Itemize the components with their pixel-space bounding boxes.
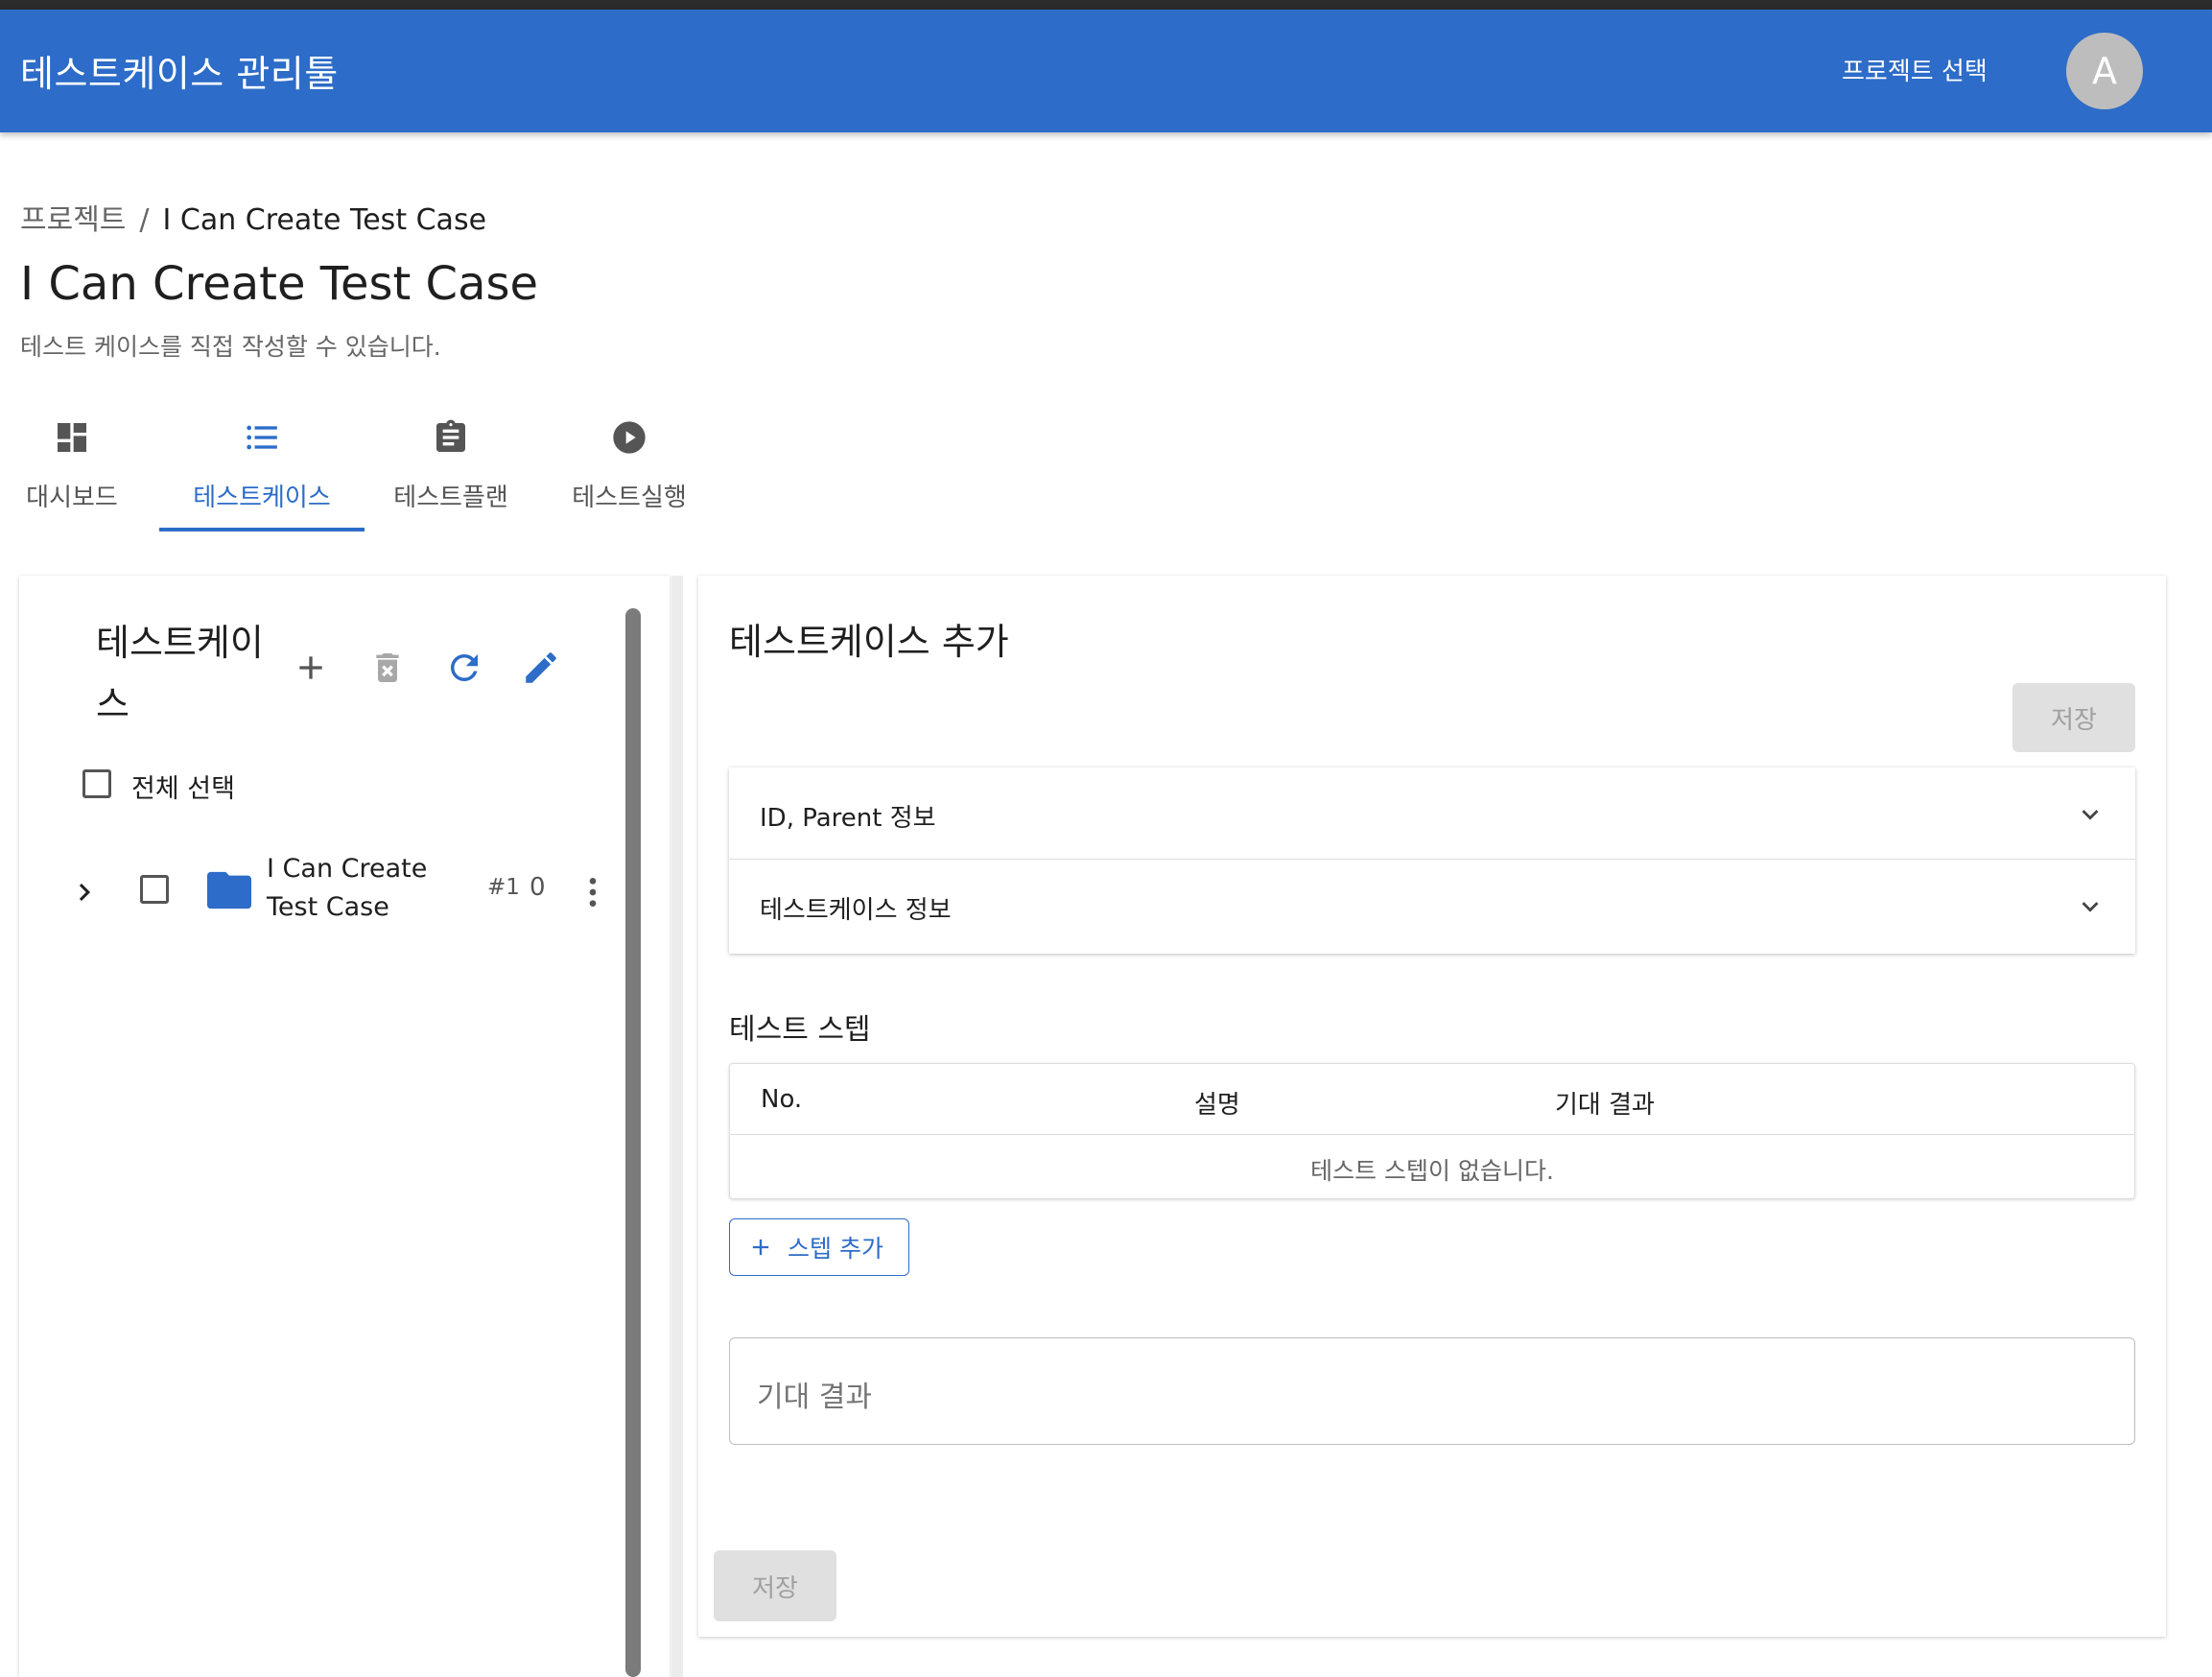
column-header-no: No. (761, 1085, 803, 1114)
add-panel-title: 테스트케이스 추가 (729, 621, 1009, 663)
column-header-expected: 기대 결과 (1555, 1091, 1655, 1120)
tree-item-checkbox[interactable] (140, 875, 169, 904)
refresh-button[interactable] (441, 645, 487, 691)
testcase-tree-panel: 테스트케이스 전체 선택 I Can Create Test Case #1 0 (19, 576, 670, 1677)
tree-scrollbar[interactable] (625, 608, 641, 1677)
tab-label: 테스트플랜 (393, 484, 508, 512)
tab-testcases[interactable]: 테스트케이스 (159, 411, 365, 531)
tab-dashboard[interactable]: 대시보드 (19, 411, 125, 531)
plus-icon (299, 656, 322, 679)
more-vert-icon[interactable] (574, 873, 612, 911)
tab-label: 대시보드 (26, 484, 118, 512)
page-description: 테스트 케이스를 직접 작성할 수 있습니다. (20, 333, 441, 361)
chevron-right-icon[interactable] (67, 875, 102, 909)
accordion-id-parent[interactable]: ID, Parent 정보 (729, 768, 2135, 860)
folder-icon (207, 871, 251, 909)
page-title: I Can Create Test Case (20, 257, 539, 311)
delete-button[interactable] (365, 645, 411, 691)
add-step-button[interactable]: 스텝 추가 (729, 1218, 909, 1276)
plus-icon (752, 1239, 769, 1256)
tab-testplans[interactable]: 테스트플랜 (384, 411, 518, 531)
window-top-strip (0, 0, 2212, 10)
save-button-top[interactable]: 저장 (2012, 683, 2135, 752)
app-title: 테스트케이스 관리툴 (20, 53, 339, 95)
breadcrumb-projects-link[interactable]: 프로젝트 (20, 203, 126, 237)
test-steps-title: 테스트 스텝 (729, 1013, 871, 1047)
tab-label: 테스트실행 (572, 484, 687, 512)
table-header: No. 설명 기대 결과 (730, 1064, 2134, 1135)
expected-result-placeholder: 기대 결과 (757, 1381, 872, 1414)
breadcrumb-separator: / (139, 203, 150, 237)
tab-label: 테스트케이스 (193, 484, 331, 512)
edit-button[interactable] (518, 645, 564, 691)
tree-item-count: 0 (529, 873, 546, 902)
test-steps-table: No. 설명 기대 결과 테스트 스텝이 없습니다. (729, 1063, 2135, 1199)
info-accordion: ID, Parent 정보 테스트케이스 정보 (729, 768, 2135, 954)
select-all-checkbox[interactable] (82, 769, 111, 798)
pencil-icon (526, 652, 556, 683)
tree-panel-title: 테스트케이스 (96, 622, 264, 725)
column-header-description: 설명 (1194, 1091, 1240, 1120)
tree-item-name[interactable]: I Can Create Test Case (267, 850, 427, 927)
chevron-down-icon (2082, 810, 2099, 820)
add-button[interactable] (288, 645, 334, 691)
accordion-label: ID, Parent 정보 (760, 804, 936, 833)
breadcrumb: 프로젝트 / I Can Create Test Case (20, 196, 486, 238)
project-select-button[interactable]: 프로젝트 선택 (1842, 52, 1988, 87)
select-all-label: 전체 선택 (131, 774, 235, 804)
breadcrumb-current: I Can Create Test Case (162, 203, 487, 237)
tree-item-name-line: Test Case (267, 892, 389, 922)
app-bar: 테스트케이스 관리툴 프로젝트 선택 A (0, 10, 2212, 132)
panel-resize-divider[interactable] (671, 576, 683, 1677)
list-icon (247, 425, 277, 450)
dashboard-icon (58, 423, 86, 452)
tree-item-name-line: I Can Create (267, 854, 428, 884)
accordion-testcase-info[interactable]: 테스트케이스 정보 (729, 860, 2135, 952)
accordion-label: 테스트케이스 정보 (760, 896, 952, 925)
clipboard-icon (436, 419, 465, 452)
save-button-bottom[interactable]: 저장 (714, 1550, 836, 1621)
refresh-icon (451, 654, 478, 681)
tab-testruns[interactable]: 테스트실행 (562, 411, 696, 531)
avatar[interactable]: A (2066, 33, 2143, 109)
expected-result-field[interactable]: 기대 결과 (729, 1337, 2135, 1445)
play-circle-icon (613, 421, 646, 454)
add-step-label: 스텝 추가 (788, 1235, 883, 1263)
tree-item-id: #1 (487, 875, 520, 900)
chevron-down-icon (2082, 902, 2099, 912)
tab-bar: 대시보드 테스트케이스 테스트플랜 테스트실행 (19, 411, 696, 531)
testcase-add-panel: 테스트케이스 추가 저장 ID, Parent 정보 테스트케이스 정보 테스트… (698, 576, 2166, 1637)
steps-empty-message: 테스트 스텝이 없습니다. (1310, 1157, 1554, 1185)
trash-x-icon (376, 653, 399, 682)
